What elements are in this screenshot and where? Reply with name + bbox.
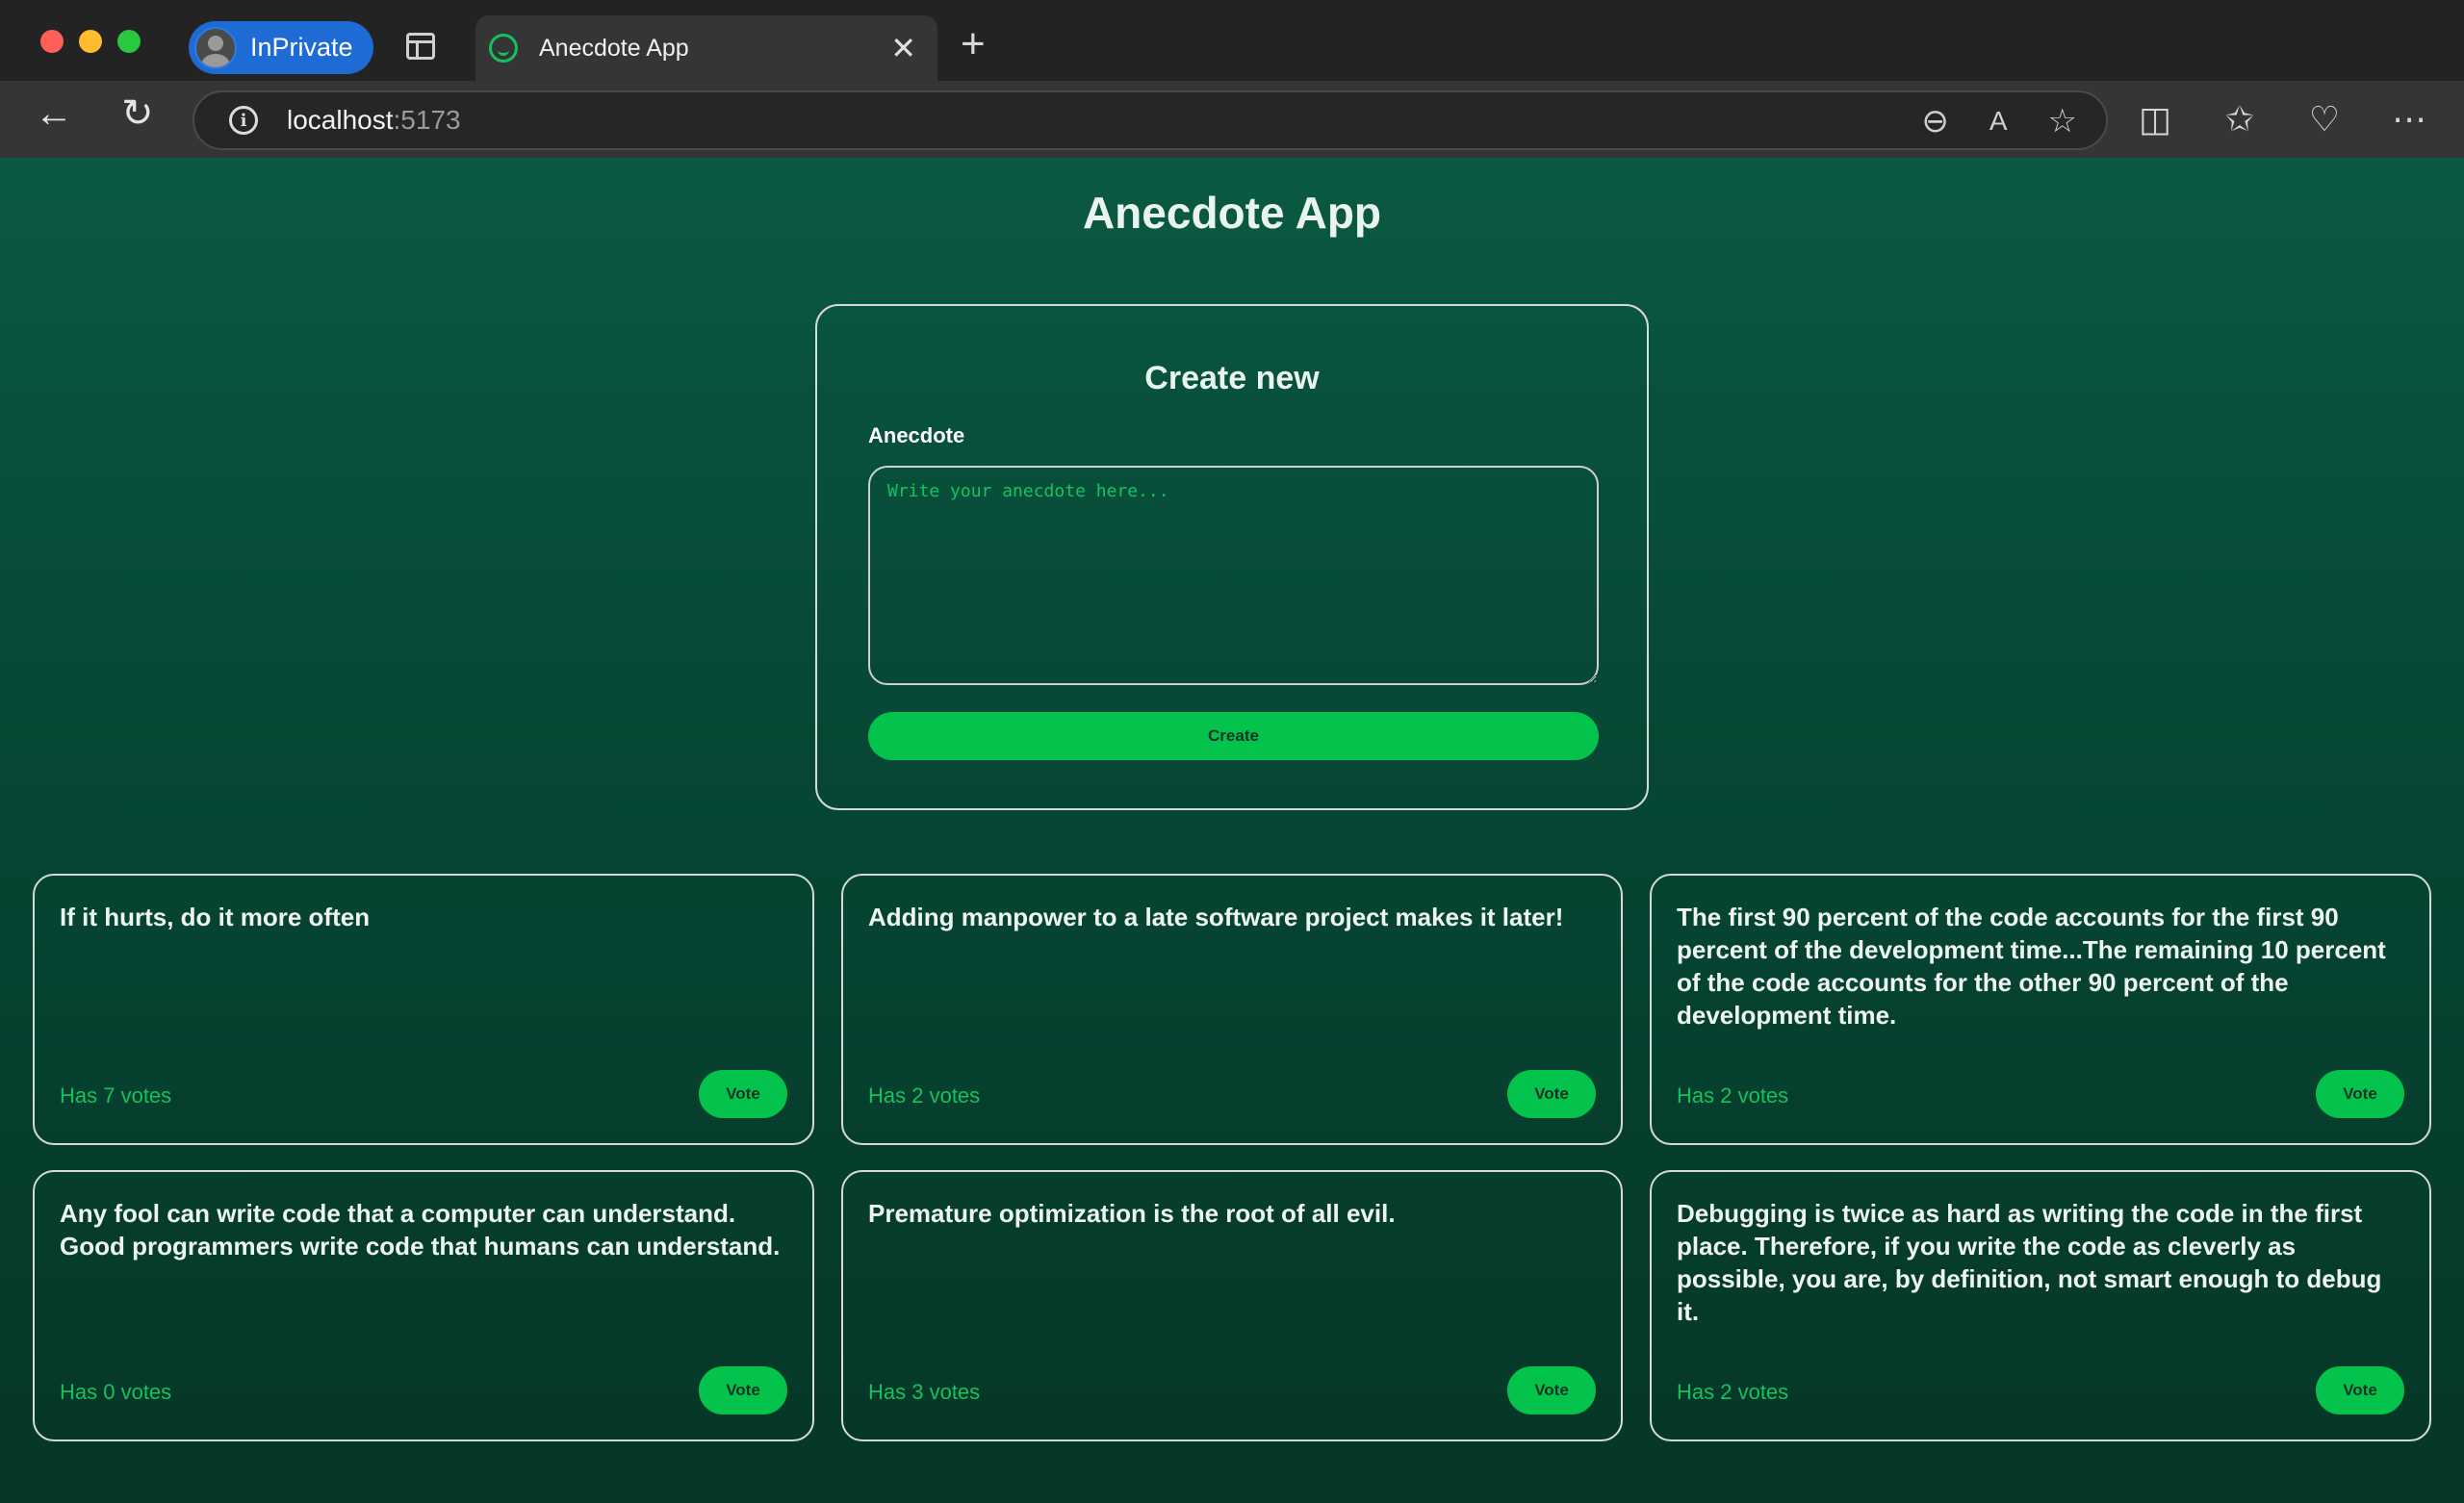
avatar bbox=[194, 26, 237, 69]
back-arrow-icon[interactable]: ← bbox=[35, 94, 73, 133]
more-icon[interactable]: ⋯ bbox=[2391, 98, 2427, 140]
page-title: Anecdote App bbox=[1082, 188, 1382, 238]
vote-count: Has 2 votes bbox=[1677, 1083, 1789, 1108]
create-button[interactable]: Create bbox=[868, 712, 1599, 760]
anecdote-card: Premature optimization is the root of al… bbox=[841, 1170, 1623, 1441]
anecdote-field-label: Anecdote bbox=[868, 423, 965, 447]
tab-title: Anecdote App bbox=[539, 34, 689, 62]
vote-button[interactable]: Vote bbox=[1507, 1366, 1596, 1414]
anecdote-card: If it hurts, do it more often Has 7 vote… bbox=[33, 874, 814, 1145]
browser-health-icon[interactable]: ♡ bbox=[2306, 98, 2343, 140]
anecdote-content: Any fool can write code that a computer … bbox=[60, 1199, 781, 1261]
zoom-out-icon[interactable]: ⊖ bbox=[1921, 102, 1949, 140]
anecdote-content: Adding manpower to a late software proje… bbox=[868, 903, 1564, 931]
minimize-window-button[interactable] bbox=[79, 30, 102, 53]
tab-anecdote-app[interactable]: Anecdote App ✕ bbox=[475, 15, 937, 81]
site-info-icon[interactable]: i bbox=[229, 106, 258, 135]
browser-titlebar: InPrivate Anecdote App ✕ + bbox=[0, 0, 2464, 81]
browser-toolbar: ← ↻ i localhost:5173 ⊖ A ☆ ◫ ✩ ♡ ⋯ bbox=[0, 81, 2464, 158]
tab-close-icon[interactable]: ✕ bbox=[890, 33, 916, 64]
anecdote-content: The first 90 percent of the code account… bbox=[1677, 903, 2386, 1030]
address-url[interactable]: localhost:5173 bbox=[287, 105, 461, 136]
anecdote-content: If it hurts, do it more often bbox=[60, 903, 371, 931]
create-anecdote-form: Create new Anecdote Create bbox=[815, 304, 1649, 810]
split-screen-icon[interactable]: ◫ bbox=[2137, 98, 2173, 140]
anecdote-textarea[interactable] bbox=[868, 466, 1599, 685]
favorite-star-icon[interactable]: ☆ bbox=[2048, 102, 2077, 140]
maximize-window-button[interactable] bbox=[117, 30, 141, 53]
reload-icon[interactable]: ↻ bbox=[121, 94, 154, 133]
vote-count: Has 0 votes bbox=[60, 1380, 172, 1404]
vote-button[interactable]: Vote bbox=[2316, 1366, 2404, 1414]
tab-actions-icon[interactable] bbox=[406, 33, 435, 60]
vote-button[interactable]: Vote bbox=[2316, 1070, 2404, 1118]
vote-button[interactable]: Vote bbox=[699, 1366, 787, 1414]
create-title: Create new bbox=[1144, 360, 1320, 396]
address-bar[interactable]: i localhost:5173 ⊖ A ☆ bbox=[192, 90, 2108, 150]
url-port: :5173 bbox=[393, 105, 461, 135]
anecdote-list: If it hurts, do it more often Has 7 vote… bbox=[33, 874, 2431, 1441]
anecdote-card: Adding manpower to a late software proje… bbox=[841, 874, 1623, 1145]
anecdote-card: Debugging is twice as hard as writing th… bbox=[1650, 1170, 2431, 1441]
page-viewport: Anecdote App Create new Anecdote Create … bbox=[0, 158, 2464, 1503]
new-tab-button[interactable]: + bbox=[961, 23, 986, 65]
vote-button[interactable]: Vote bbox=[1507, 1070, 1596, 1118]
vote-count: Has 3 votes bbox=[868, 1380, 981, 1404]
url-host: localhost bbox=[287, 105, 394, 135]
anecdote-content: Debugging is twice as hard as writing th… bbox=[1677, 1199, 2382, 1326]
vote-button[interactable]: Vote bbox=[699, 1070, 787, 1118]
smiley-favicon-icon bbox=[489, 34, 518, 63]
read-aloud-icon[interactable]: A bbox=[1989, 102, 2008, 140]
close-window-button[interactable] bbox=[40, 30, 64, 53]
vote-count: Has 2 votes bbox=[1677, 1380, 1789, 1404]
anecdote-card: The first 90 percent of the code account… bbox=[1650, 874, 2431, 1145]
inprivate-label: InPrivate bbox=[250, 33, 353, 62]
vote-count: Has 2 votes bbox=[868, 1083, 981, 1108]
anecdote-card: Any fool can write code that a computer … bbox=[33, 1170, 814, 1441]
inprivate-profile-button[interactable]: InPrivate bbox=[189, 21, 373, 74]
anecdote-content: Premature optimization is the root of al… bbox=[868, 1199, 1396, 1228]
favorites-icon[interactable]: ✩ bbox=[2221, 98, 2258, 140]
vote-count: Has 7 votes bbox=[60, 1083, 172, 1108]
